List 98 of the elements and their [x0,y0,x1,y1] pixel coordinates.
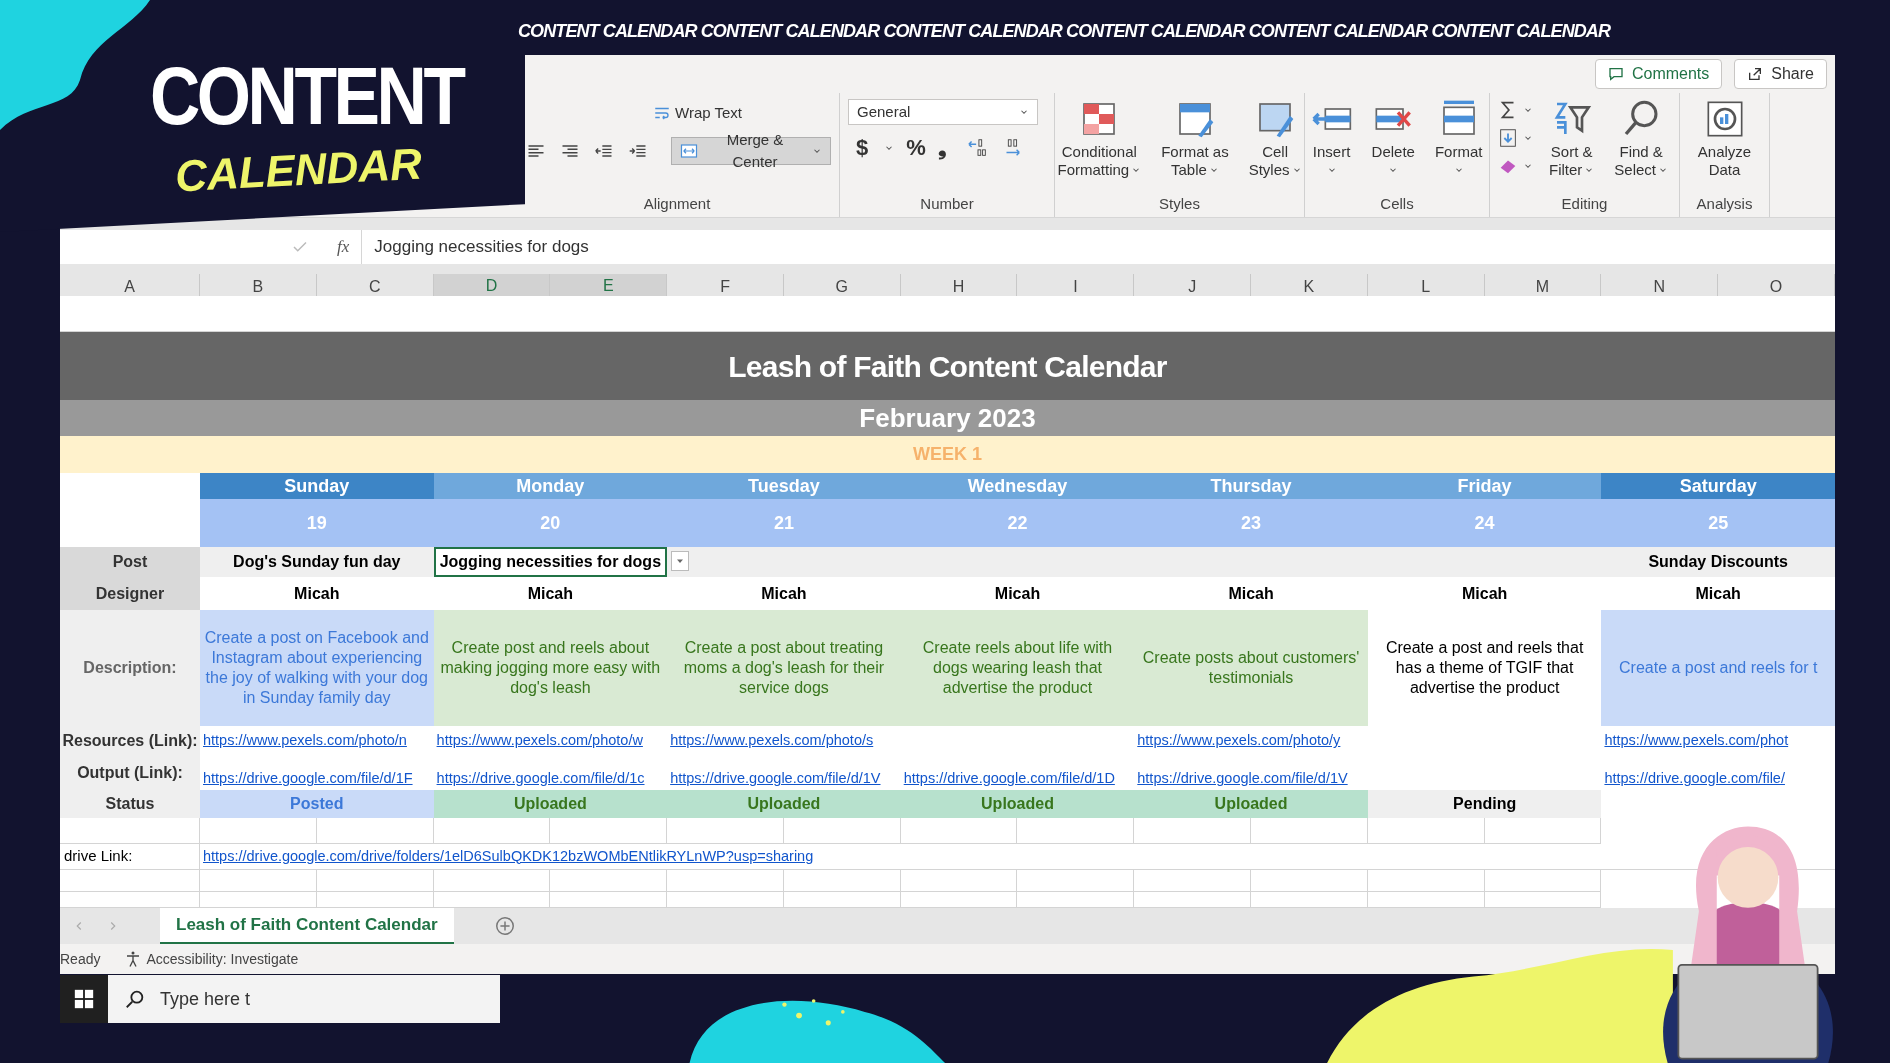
row-label: Status [60,790,200,818]
increase-decimal-icon[interactable] [966,137,989,159]
sheet-title: Leash of Faith Content Calendar [728,348,1167,385]
designer-cell-text: Micah [293,583,341,604]
date-cell: 19 [200,499,434,547]
designer-cell-text: Micah [760,583,808,604]
comma-style-button[interactable]: ❟ [937,137,947,159]
ribbon-button[interactable]: Conditional Formatting [1053,99,1146,179]
add-sheet-icon[interactable] [493,915,516,937]
day-header: Wednesday [900,473,1135,500]
group-label: Editing [1560,194,1609,214]
link[interactable]: https://drive.google.com/file/ [1604,768,1785,790]
comment-icon [1607,66,1624,82]
percent-button[interactable]: % [906,137,926,159]
day-header: Tuesday [667,473,901,500]
designer-cell-text: Micah [1694,583,1742,604]
number-format-dropdown[interactable]: General [848,99,1038,125]
designer-cell-text: Micah [526,583,574,604]
designer-cell-text: Micah [1460,583,1509,604]
day-header: Thursday [1134,473,1368,500]
ribbon-button[interactable]: Delete [1367,99,1419,175]
date-cell: 23 [1134,499,1368,547]
date-cell: 24 [1367,499,1602,547]
search-icon [124,988,146,1010]
post-cell[interactable]: Sunday Discounts [1601,547,1835,577]
description-cell: Create post and reels about making jogging more easy with dog's leash [433,610,668,726]
day-header: Friday [1367,473,1602,500]
designer-cell-text: Micah [1227,583,1275,604]
link[interactable]: https://drive.google.com/file/d/1D [903,768,1115,790]
ribbon-button[interactable]: Analyze Data [1693,99,1756,179]
week-label: WEEK 1 [913,443,982,466]
accessibility-button[interactable]: Accessibility: Investigate [124,948,299,970]
description-cell: Create a post on Facebook and Instagram about experiencing the joy of walking with your dog in Sunday family day [200,610,434,726]
ribbon-button[interactable]: Cell Styles [1244,99,1306,179]
link[interactable]: https://drive.google.com/file/d/1c [436,768,645,790]
banner-text: CONTENT CALENDAR CONTENT CALENDAR CONTENT CALENDAR CONTENT CALENDAR CONTENT CALENDAR CONTENT CALENDAR [518,20,1611,43]
description-cell: Create posts about customers' testimonials [1134,610,1368,726]
insert-function-button[interactable]: fx [325,230,362,264]
link[interactable]: https://drive.google.com/file/d/1V [1137,768,1348,790]
link[interactable]: https://www.pexels.com/photo/n [203,730,407,752]
merge-center-button[interactable]: Merge & Center [671,137,831,165]
wrap-text-button[interactable]: Wrap Text [653,101,742,125]
status-text: Ready [60,949,101,969]
taskbar-search-field[interactable]: Type here t [108,975,500,1023]
link[interactable]: https://drive.google.com/file/d/1V [670,768,881,790]
status-cell: Pending [1367,790,1602,818]
ribbon-button[interactable]: Format as Table [1157,99,1233,179]
day-header: Saturday [1601,473,1835,500]
day-header: Monday [433,473,668,500]
link[interactable]: https://drive.google.com/file/d/1F [203,768,413,790]
ribbon-button[interactable]: Sort & Filter [1545,99,1599,179]
status-cell: Uploaded [900,790,1135,818]
ribbon-button[interactable]: Find & Select [1610,99,1673,179]
row-label: Resources (Link): [60,726,200,756]
group-label: Number [919,194,975,214]
group-label: Cells [1379,194,1415,214]
status-cell: Uploaded [433,790,668,818]
merge-icon [680,142,698,160]
month-title: February 2023 [859,401,1036,435]
share-icon [1747,66,1764,82]
post-cell[interactable]: Jogging necessities for dogs [433,547,668,577]
designer-cell-text: Micah [993,583,1042,604]
date-cell: 21 [667,499,901,547]
ribbon-button[interactable]: Insert [1307,99,1356,175]
sheet-tab[interactable]: Leash of Faith Content Calendar [160,908,454,944]
currency-button[interactable]: $ [856,137,869,159]
post-cell[interactable]: Dog's Sunday fun day [200,547,434,577]
day-header: Sunday [200,473,434,500]
status-cell: Uploaded [1134,790,1368,818]
link[interactable]: https://drive.google.com/drive/folders/1elD6SulbQKDK12bzWOMbENtlikRYLnWP?usp=sharing [203,845,814,868]
ribbon-button[interactable]: Format [1430,99,1487,175]
link[interactable]: https://www.pexels.com/photo/w [436,730,643,752]
comments-button[interactable]: Comments [1594,59,1723,89]
status-cell: Uploaded [667,790,901,818]
fill-down-icon[interactable] [1497,127,1519,149]
status-cell: Posted [200,790,434,818]
date-cell: 20 [433,499,668,547]
group-label: Styles [1158,194,1201,214]
description-cell: Create reels about life with dogs wearing leash that advertise the product [900,610,1135,726]
formula-input[interactable]: Jogging necessities for dogs [361,230,1835,264]
date-cell: 22 [900,499,1135,547]
link[interactable]: https://www.pexels.com/phot [1604,730,1789,752]
description-cell: Create a post and reels for t [1601,610,1835,726]
group-label: Analysis [1695,194,1754,214]
group-label: Alignment [642,194,712,214]
description-cell: Create a post about treating moms a dog's leash for their service dogs [667,610,901,726]
row-label: drive Link: [60,844,200,869]
link[interactable]: https://www.pexels.com/photo/s [670,730,874,752]
logo-title: CONTENT [150,55,463,137]
logo-subtitle: CALENDAR [174,141,423,199]
row-label: Output (Link): [60,756,200,790]
link[interactable]: https://www.pexels.com/photo/y [1137,730,1341,752]
row-label: Description: [60,610,200,726]
share-button[interactable]: Share [1734,59,1827,89]
date-cell: 25 [1601,499,1835,547]
windows-logo-icon [73,988,95,1010]
row-label: Designer [60,577,200,610]
row-label: Post [60,547,200,577]
